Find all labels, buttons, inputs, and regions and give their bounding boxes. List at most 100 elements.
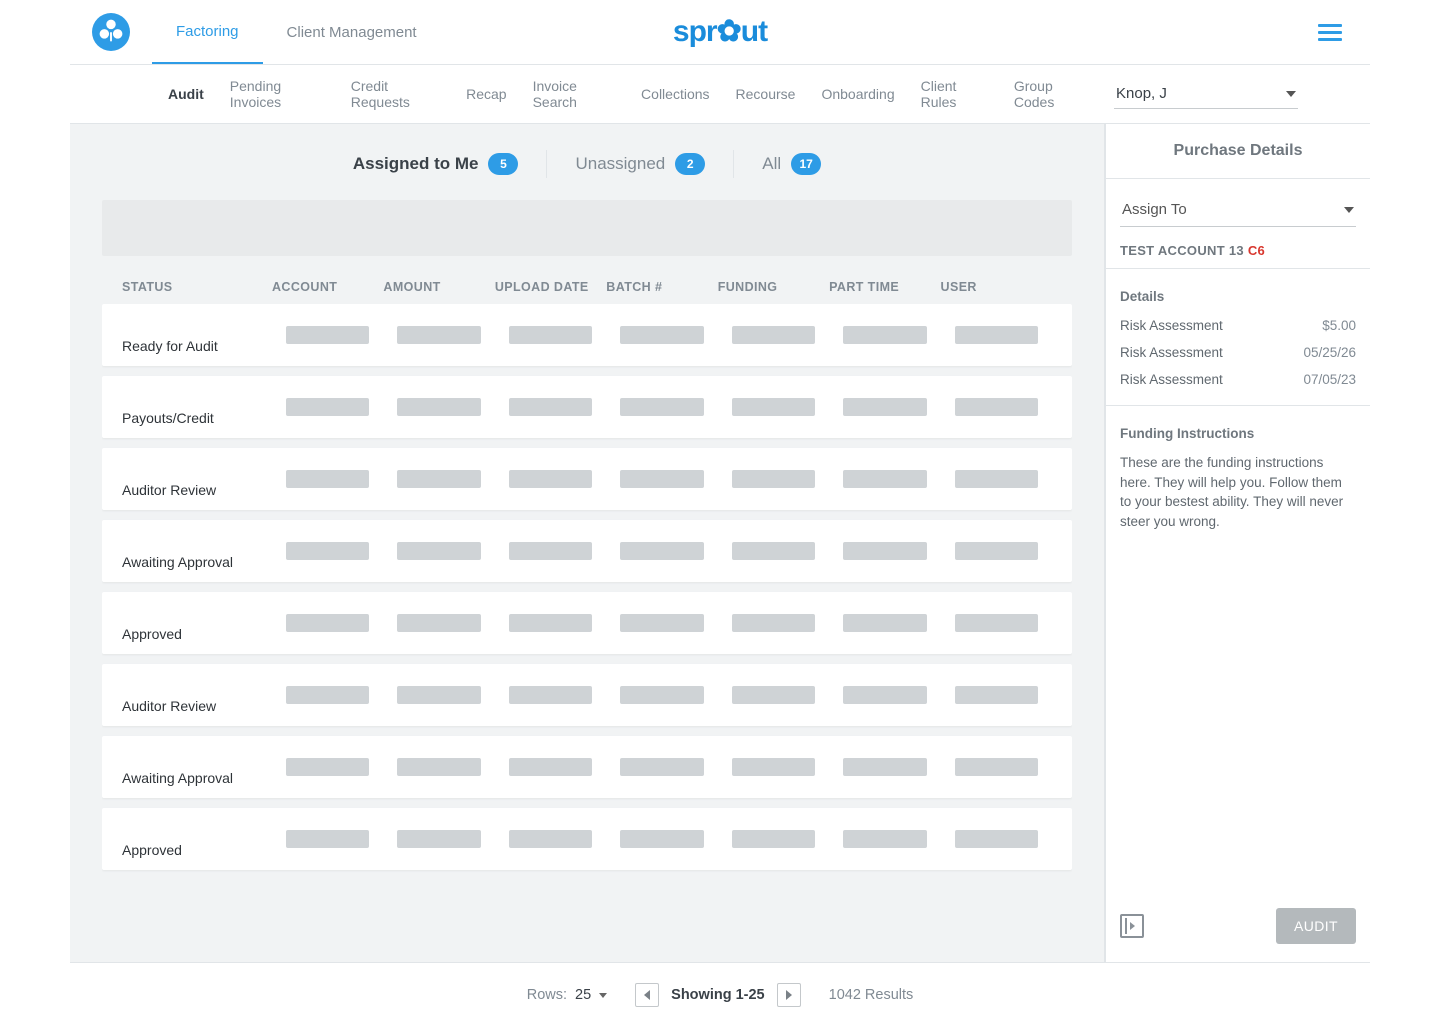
skeleton-cell — [286, 686, 369, 704]
skeleton-cell — [955, 470, 1038, 488]
skeleton-cell — [509, 326, 592, 344]
table-row[interactable]: Ready for Audit — [102, 304, 1072, 366]
table-row[interactable]: Auditor Review — [102, 448, 1072, 510]
skeleton-cell — [286, 326, 369, 344]
subnav-onboarding[interactable]: Onboarding — [821, 86, 894, 102]
col-status[interactable]: STATUS — [122, 280, 272, 294]
showing-range: Showing 1-25 — [671, 987, 764, 1003]
subnav-group-codes[interactable]: Group Codes — [1014, 78, 1088, 110]
skeleton-cell — [397, 398, 480, 416]
skeleton-cell — [732, 830, 815, 848]
skeleton-cell — [397, 470, 480, 488]
skeleton-cell — [843, 398, 926, 416]
subnav-invoice-search[interactable]: Invoice Search — [533, 78, 615, 110]
table-row[interactable]: Auditor Review — [102, 664, 1072, 726]
skeleton-cell — [397, 758, 480, 776]
subnav-recap[interactable]: Recap — [466, 86, 506, 102]
col-user[interactable]: USER — [941, 280, 1052, 294]
subnav-client-rules[interactable]: Client Rules — [921, 78, 988, 110]
detail-key: Risk Assessment — [1120, 345, 1223, 360]
skeleton-cell — [732, 470, 815, 488]
skeleton-cell — [843, 326, 926, 344]
filter-tab-count: 2 — [675, 153, 705, 175]
assign-to-dropdown[interactable]: Assign To — [1120, 193, 1356, 227]
detail-value: 05/25/26 — [1303, 345, 1356, 360]
collapse-panel-icon[interactable] — [1120, 914, 1144, 938]
table-row[interactable]: Approved — [102, 808, 1072, 870]
tab-factoring[interactable]: Factoring — [152, 0, 263, 64]
skeleton-cell — [955, 542, 1038, 560]
chevron-down-icon — [1286, 91, 1296, 97]
col-amount[interactable]: AMOUNT — [383, 280, 494, 294]
details-header: Details — [1120, 289, 1356, 304]
user-dropdown-value: Knop, J — [1116, 85, 1167, 102]
skeleton-cell — [955, 686, 1038, 704]
filter-tab-all[interactable]: All 17 — [762, 153, 821, 175]
audit-button[interactable]: AUDIT — [1276, 908, 1356, 944]
skeleton-cell — [732, 326, 815, 344]
subnav-audit[interactable]: Audit — [168, 86, 204, 102]
funding-instructions-body: These are the funding instructions here.… — [1120, 453, 1356, 531]
skeleton-cell — [620, 326, 703, 344]
divider — [1106, 178, 1370, 179]
skeleton-cell — [397, 686, 480, 704]
col-batch[interactable]: BATCH # — [606, 280, 717, 294]
skeleton-cell — [620, 542, 703, 560]
detail-key: Risk Assessment — [1120, 318, 1223, 333]
skeleton-cell — [620, 398, 703, 416]
skeleton-cell — [620, 470, 703, 488]
row-status: Awaiting Approval — [122, 554, 272, 582]
chevron-down-icon — [599, 993, 607, 998]
pagination-bar: Rows: 25 Showing 1-25 1042 Results — [70, 962, 1370, 1027]
table-row[interactable]: Awaiting Approval — [102, 736, 1072, 798]
col-account[interactable]: ACCOUNT — [272, 280, 383, 294]
filter-tab-label: All — [762, 154, 781, 174]
rows-label: Rows: — [527, 987, 567, 1003]
col-funding[interactable]: FUNDING — [718, 280, 829, 294]
skeleton-cell — [843, 758, 926, 776]
skeleton-cell — [843, 542, 926, 560]
next-page-button[interactable] — [777, 983, 801, 1007]
skeleton-cell — [620, 614, 703, 632]
skeleton-cell — [397, 614, 480, 632]
filter-tabs: Assigned to Me 5 Unassigned 2 All 17 — [102, 124, 1072, 200]
subnav-collections[interactable]: Collections — [641, 86, 709, 102]
skeleton-cell — [509, 686, 592, 704]
divider — [546, 150, 547, 178]
detail-row: Risk Assessment 05/25/26 — [1120, 345, 1356, 360]
table-header: STATUS ACCOUNT AMOUNT UPLOAD DATE BATCH … — [102, 266, 1072, 304]
filter-tab-assigned[interactable]: Assigned to Me 5 — [353, 153, 519, 175]
skeleton-cell — [620, 830, 703, 848]
table-row[interactable]: Payouts/Credit — [102, 376, 1072, 438]
menu-icon[interactable] — [1318, 20, 1342, 45]
skeleton-cell — [955, 614, 1038, 632]
col-part-time[interactable]: PART TIME — [829, 280, 940, 294]
tab-client-management[interactable]: Client Management — [263, 0, 441, 64]
table-row[interactable]: Approved — [102, 592, 1072, 654]
detail-row: Risk Assessment $5.00 — [1120, 318, 1356, 333]
table-row[interactable]: Awaiting Approval — [102, 520, 1072, 582]
subnav-credit-requests[interactable]: Credit Requests — [351, 78, 440, 110]
subnav-pending-invoices[interactable]: Pending Invoices — [230, 78, 325, 110]
skeleton-cell — [843, 686, 926, 704]
col-upload-date[interactable]: UPLOAD DATE — [495, 280, 606, 294]
sub-nav: Audit Pending Invoices Credit Requests R… — [70, 65, 1370, 124]
filter-tab-unassigned[interactable]: Unassigned 2 — [575, 153, 705, 175]
skeleton-cell — [397, 326, 480, 344]
skeleton-cell — [955, 398, 1038, 416]
skeleton-cell — [286, 470, 369, 488]
divider — [1106, 268, 1370, 269]
row-status: Ready for Audit — [122, 338, 272, 366]
detail-value: 07/05/23 — [1303, 372, 1356, 387]
account-identifier: TEST ACCOUNT 13 C6 — [1120, 243, 1356, 258]
skeleton-cell — [397, 830, 480, 848]
row-status: Approved — [122, 626, 272, 654]
skeleton-cell — [397, 542, 480, 560]
prev-page-button[interactable] — [635, 983, 659, 1007]
skeleton-cell — [286, 542, 369, 560]
subnav-recourse[interactable]: Recourse — [736, 86, 796, 102]
rows-per-page-select[interactable]: Rows: 25 — [527, 987, 607, 1003]
skeleton-cell — [509, 470, 592, 488]
chevron-left-icon — [644, 990, 650, 1000]
user-dropdown[interactable]: Knop, J — [1114, 79, 1298, 109]
